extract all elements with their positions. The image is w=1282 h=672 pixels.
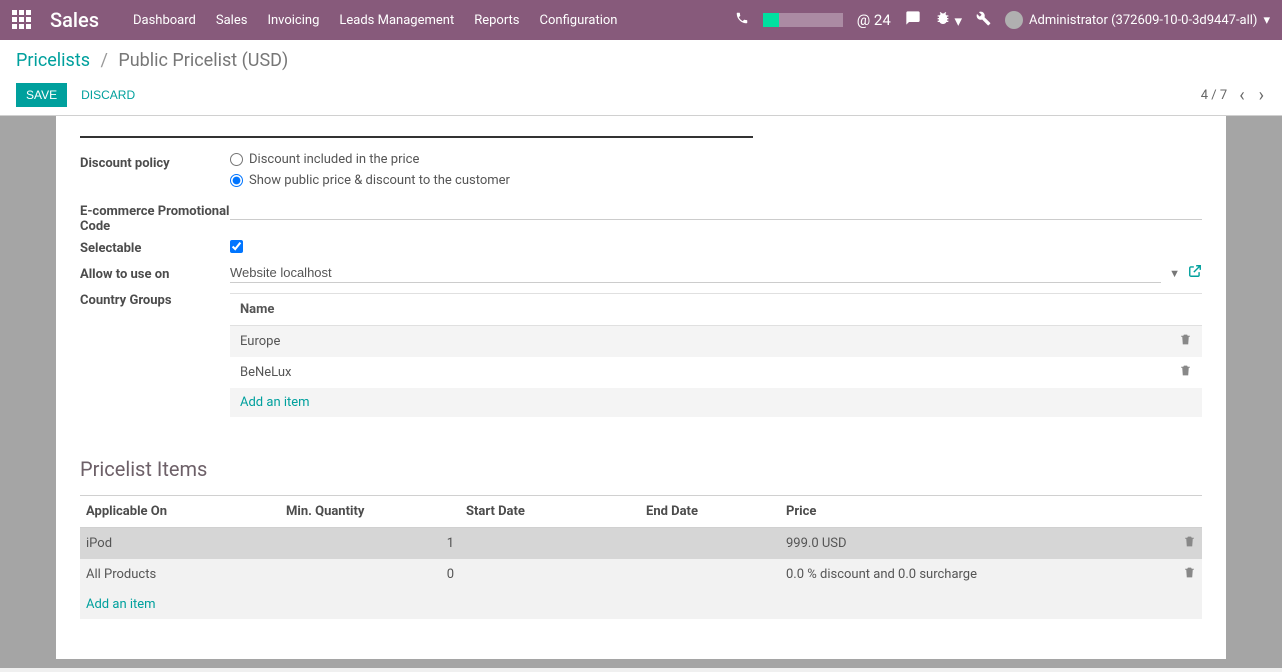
form-sheet: Discount policy Discount included in the…: [56, 116, 1226, 659]
col-min-qty: Min. Quantity: [280, 496, 460, 528]
col-end-date: End Date: [640, 496, 780, 528]
ecom-code-value: [230, 200, 1202, 220]
nav-leads[interactable]: Leads Management: [339, 13, 454, 28]
label-selectable: Selectable: [80, 241, 230, 256]
bug-icon[interactable]: ▾: [935, 10, 962, 30]
item-applicable-on: iPod: [80, 528, 280, 560]
radio-discount-included[interactable]: Discount included in the price: [230, 152, 1202, 167]
pricelist-item-row[interactable]: All Products 0 0.0 % discount and 0.0 su…: [80, 559, 1202, 590]
radio-discount-included-input[interactable]: [230, 153, 243, 166]
apps-icon[interactable]: [12, 10, 32, 30]
add-country-group-link[interactable]: Add an item: [240, 395, 310, 410]
navbar: Sales Dashboard Sales Invoicing Leads Ma…: [0, 0, 1282, 40]
add-pricelist-item-link[interactable]: Add an item: [86, 597, 156, 612]
pricelist-item-row[interactable]: iPod 1 999.0 USD: [80, 528, 1202, 560]
allow-use-value: ▼: [230, 263, 1202, 283]
navbar-right: @ 24 ▾ Administrator (372609-10-0-3d9447…: [735, 10, 1270, 30]
mentions-badge[interactable]: @ 24: [857, 11, 891, 29]
item-start-date: [460, 559, 640, 590]
radio-discount-included-label: Discount included in the price: [249, 152, 419, 167]
country-group-name: Europe: [230, 326, 1169, 358]
wrench-icon[interactable]: [976, 11, 991, 30]
item-min-qty: 1: [280, 528, 460, 560]
item-min-qty: 0: [280, 559, 460, 590]
external-link-icon[interactable]: [1188, 264, 1202, 282]
radio-show-public[interactable]: Show public price & discount to the cust…: [230, 173, 1202, 188]
delete-country-group[interactable]: [1169, 357, 1202, 388]
delete-pricelist-item[interactable]: [1174, 559, 1202, 590]
user-name: Administrator (372609-10-0-3d9447-all): [1029, 13, 1257, 28]
country-groups-table: Name Europe BeNeLux: [230, 293, 1202, 417]
nav-menu: Dashboard Sales Invoicing Leads Manageme…: [133, 13, 735, 28]
pricelist-items-table: Applicable On Min. Quantity Start Date E…: [80, 495, 1202, 619]
item-price: 999.0 USD: [780, 528, 1174, 560]
allow-use-input[interactable]: [230, 263, 1161, 283]
delete-pricelist-item[interactable]: [1174, 528, 1202, 560]
radio-show-public-input[interactable]: [230, 174, 243, 187]
row-allow-use: Allow to use on ▼: [80, 263, 1202, 283]
nav-reports[interactable]: Reports: [474, 13, 519, 28]
delete-country-group[interactable]: [1169, 326, 1202, 358]
row-country-groups: Country Groups Name Europe: [80, 289, 1202, 417]
selectable-value: [230, 240, 1202, 257]
item-end-date: [640, 528, 780, 560]
main-area: Discount policy Discount included in the…: [0, 116, 1282, 668]
nav-invoicing[interactable]: Invoicing: [267, 13, 319, 28]
user-menu[interactable]: Administrator (372609-10-0-3d9447-all) ▾: [1005, 11, 1270, 29]
item-start-date: [460, 528, 640, 560]
discount-policy-group: Discount included in the price Show publ…: [230, 152, 1202, 194]
label-ecom-code: E-commerce Promotional Code: [80, 200, 230, 234]
country-group-row[interactable]: Europe: [230, 326, 1202, 358]
allow-use-caret-icon[interactable]: ▼: [1169, 267, 1180, 280]
chevron-down-icon: ▾: [1263, 13, 1270, 28]
country-group-row[interactable]: BeNeLux: [230, 357, 1202, 388]
pager-next[interactable]: ›: [1257, 85, 1266, 106]
row-selectable: Selectable: [80, 240, 1202, 257]
chat-icon[interactable]: [905, 10, 921, 30]
discard-button[interactable]: DISCARD: [81, 88, 135, 102]
progress-bar[interactable]: [763, 13, 843, 27]
pager-text: 4 / 7: [1201, 88, 1227, 103]
row-ecom-code: E-commerce Promotional Code: [80, 200, 1202, 234]
ecom-code-input[interactable]: [230, 200, 1202, 220]
save-button[interactable]: SAVE: [16, 83, 67, 107]
breadcrumb: Pricelists / Public Pricelist (USD): [16, 50, 1266, 71]
label-allow-use: Allow to use on: [80, 263, 230, 282]
avatar-icon: [1005, 11, 1023, 29]
col-applicable-on: Applicable On: [80, 496, 280, 528]
nav-dashboard[interactable]: Dashboard: [133, 13, 196, 28]
item-end-date: [640, 559, 780, 590]
radio-show-public-label: Show public price & discount to the cust…: [249, 173, 510, 188]
phone-icon[interactable]: [735, 11, 749, 29]
pager-prev[interactable]: ‹: [1237, 85, 1246, 106]
label-country-groups: Country Groups: [80, 289, 230, 308]
item-applicable-on: All Products: [80, 559, 280, 590]
pager: 4 / 7 ‹ ›: [1201, 85, 1266, 106]
country-group-add-row: Add an item: [230, 388, 1202, 417]
control-bar: Pricelists / Public Pricelist (USD) SAVE…: [0, 40, 1282, 116]
country-groups-value: Name Europe BeNeLux: [230, 289, 1202, 417]
row-discount-policy: Discount policy Discount included in the…: [80, 152, 1202, 194]
country-group-name: BeNeLux: [230, 357, 1169, 388]
item-price: 0.0 % discount and 0.0 surcharge: [780, 559, 1174, 590]
form-separator: [80, 136, 753, 138]
pricelist-items-title: Pricelist Items: [80, 457, 1202, 481]
country-groups-header-name: Name: [230, 294, 1169, 326]
breadcrumb-root[interactable]: Pricelists: [16, 50, 90, 71]
nav-config[interactable]: Configuration: [540, 13, 618, 28]
pricelist-item-add-row: Add an item: [80, 590, 1202, 619]
breadcrumb-current: Public Pricelist (USD): [118, 50, 288, 71]
brand[interactable]: Sales: [50, 8, 99, 32]
col-start-date: Start Date: [460, 496, 640, 528]
nav-sales[interactable]: Sales: [216, 13, 248, 28]
selectable-checkbox[interactable]: [230, 240, 243, 253]
col-price: Price: [780, 496, 1174, 528]
label-discount-policy: Discount policy: [80, 152, 230, 171]
